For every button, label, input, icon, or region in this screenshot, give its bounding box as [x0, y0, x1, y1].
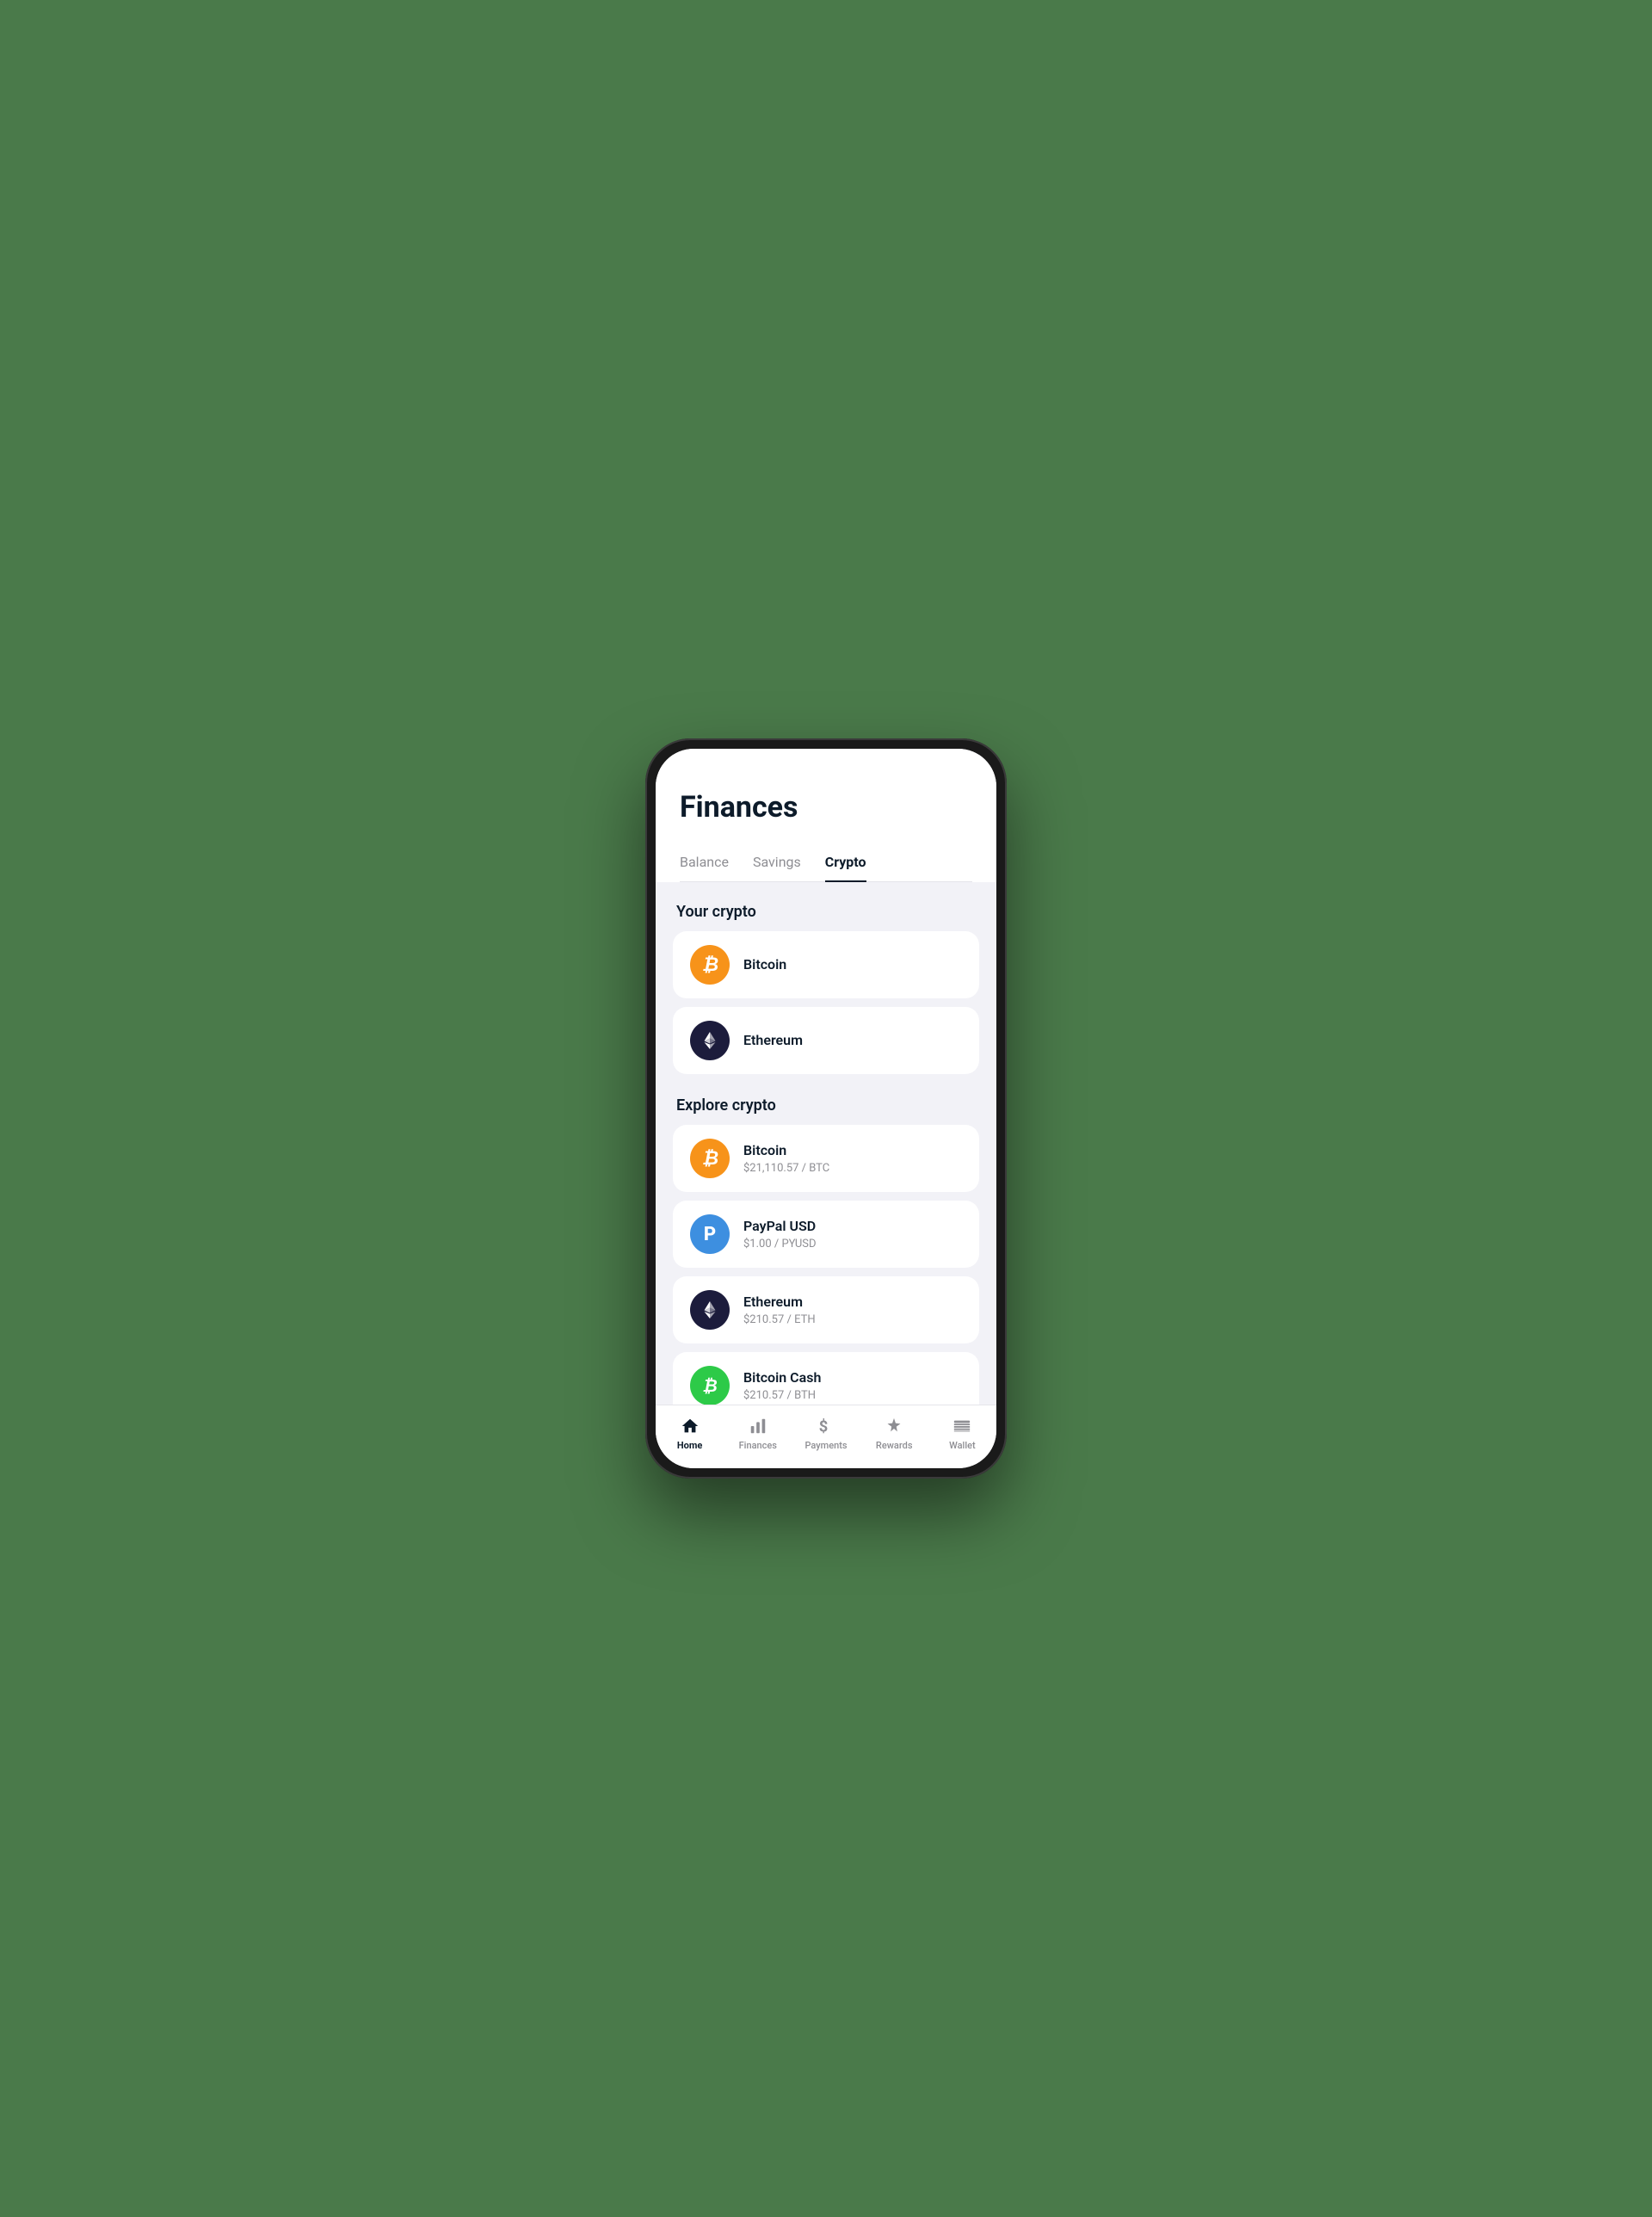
- explore-ethereum-card[interactable]: Ethereum $210.57 / ETH: [673, 1276, 979, 1343]
- nav-wallet[interactable]: Wallet: [928, 1412, 996, 1454]
- page-title: Finances: [680, 790, 972, 824]
- nav-home[interactable]: Home: [656, 1412, 724, 1454]
- owned-bitcoin-card[interactable]: ₿ Bitcoin: [673, 931, 979, 998]
- nav-finances[interactable]: Finances: [724, 1412, 792, 1454]
- your-crypto-section: Your crypto ₿ Bitcoin: [656, 882, 996, 1090]
- phone-frame: Finances Balance Savings Crypto Your cry…: [645, 738, 1007, 1479]
- explore-bitcoin-icon: ₿: [690, 1139, 730, 1178]
- nav-home-label: Home: [677, 1440, 702, 1451]
- bottom-navigation: Home Finances $: [656, 1405, 996, 1468]
- explore-pyusd-price: $1.00 / PYUSD: [743, 1238, 962, 1251]
- home-icon: [680, 1416, 700, 1436]
- tab-balance[interactable]: Balance: [680, 845, 729, 882]
- owned-ethereum-card[interactable]: Ethereum: [673, 1007, 979, 1074]
- explore-crypto-section: Explore crypto ₿ Bitcoin $21,110.57 / BT…: [656, 1090, 996, 1405]
- explore-bch-price: $210.57 / BTH: [743, 1389, 962, 1402]
- bitcoin-name: Bitcoin: [743, 956, 962, 974]
- explore-bitcoin-price: $21,110.57 / BTC: [743, 1162, 962, 1175]
- explore-bch-card[interactable]: ₿ Bitcoin Cash $210.57 / BTH: [673, 1352, 979, 1405]
- explore-ethereum-name: Ethereum: [743, 1294, 962, 1312]
- screen-content: Finances Balance Savings Crypto Your cry…: [656, 749, 996, 1405]
- explore-crypto-label: Explore crypto: [673, 1096, 979, 1115]
- ethereum-name: Ethereum: [743, 1032, 962, 1050]
- tab-savings[interactable]: Savings: [753, 845, 801, 882]
- explore-pyusd-card[interactable]: P PayPal USD $1.00 / PYUSD: [673, 1201, 979, 1268]
- explore-bitcoin-card[interactable]: ₿ Bitcoin $21,110.57 / BTC: [673, 1125, 979, 1192]
- top-section: Finances Balance Savings Crypto: [656, 749, 996, 882]
- payments-icon: $: [816, 1416, 836, 1436]
- svg-text:$: $: [819, 1417, 829, 1436]
- nav-rewards-label: Rewards: [876, 1440, 913, 1451]
- nav-wallet-label: Wallet: [949, 1440, 976, 1451]
- explore-pyusd-icon: P: [690, 1214, 730, 1254]
- explore-ethereum-price: $210.57 / ETH: [743, 1313, 962, 1326]
- ethereum-icon: [690, 1021, 730, 1060]
- phone-screen: Finances Balance Savings Crypto Your cry…: [656, 749, 996, 1468]
- finances-icon: [748, 1416, 768, 1436]
- explore-ethereum-icon: [690, 1290, 730, 1330]
- tab-bar: Balance Savings Crypto: [680, 845, 972, 882]
- nav-rewards[interactable]: Rewards: [860, 1412, 928, 1454]
- explore-bitcoin-name: Bitcoin: [743, 1142, 962, 1160]
- nav-payments-label: Payments: [804, 1440, 847, 1451]
- rewards-icon: [884, 1416, 904, 1436]
- your-crypto-label: Your crypto: [673, 903, 979, 921]
- nav-finances-label: Finances: [739, 1440, 777, 1451]
- explore-bch-name: Bitcoin Cash: [743, 1369, 962, 1387]
- explore-pyusd-name: PayPal USD: [743, 1218, 962, 1236]
- tab-crypto[interactable]: Crypto: [825, 845, 866, 882]
- explore-bch-icon: ₿: [690, 1366, 730, 1405]
- wallet-icon: [952, 1416, 972, 1436]
- nav-payments[interactable]: $ Payments: [792, 1412, 860, 1454]
- bitcoin-icon: ₿: [690, 945, 730, 985]
